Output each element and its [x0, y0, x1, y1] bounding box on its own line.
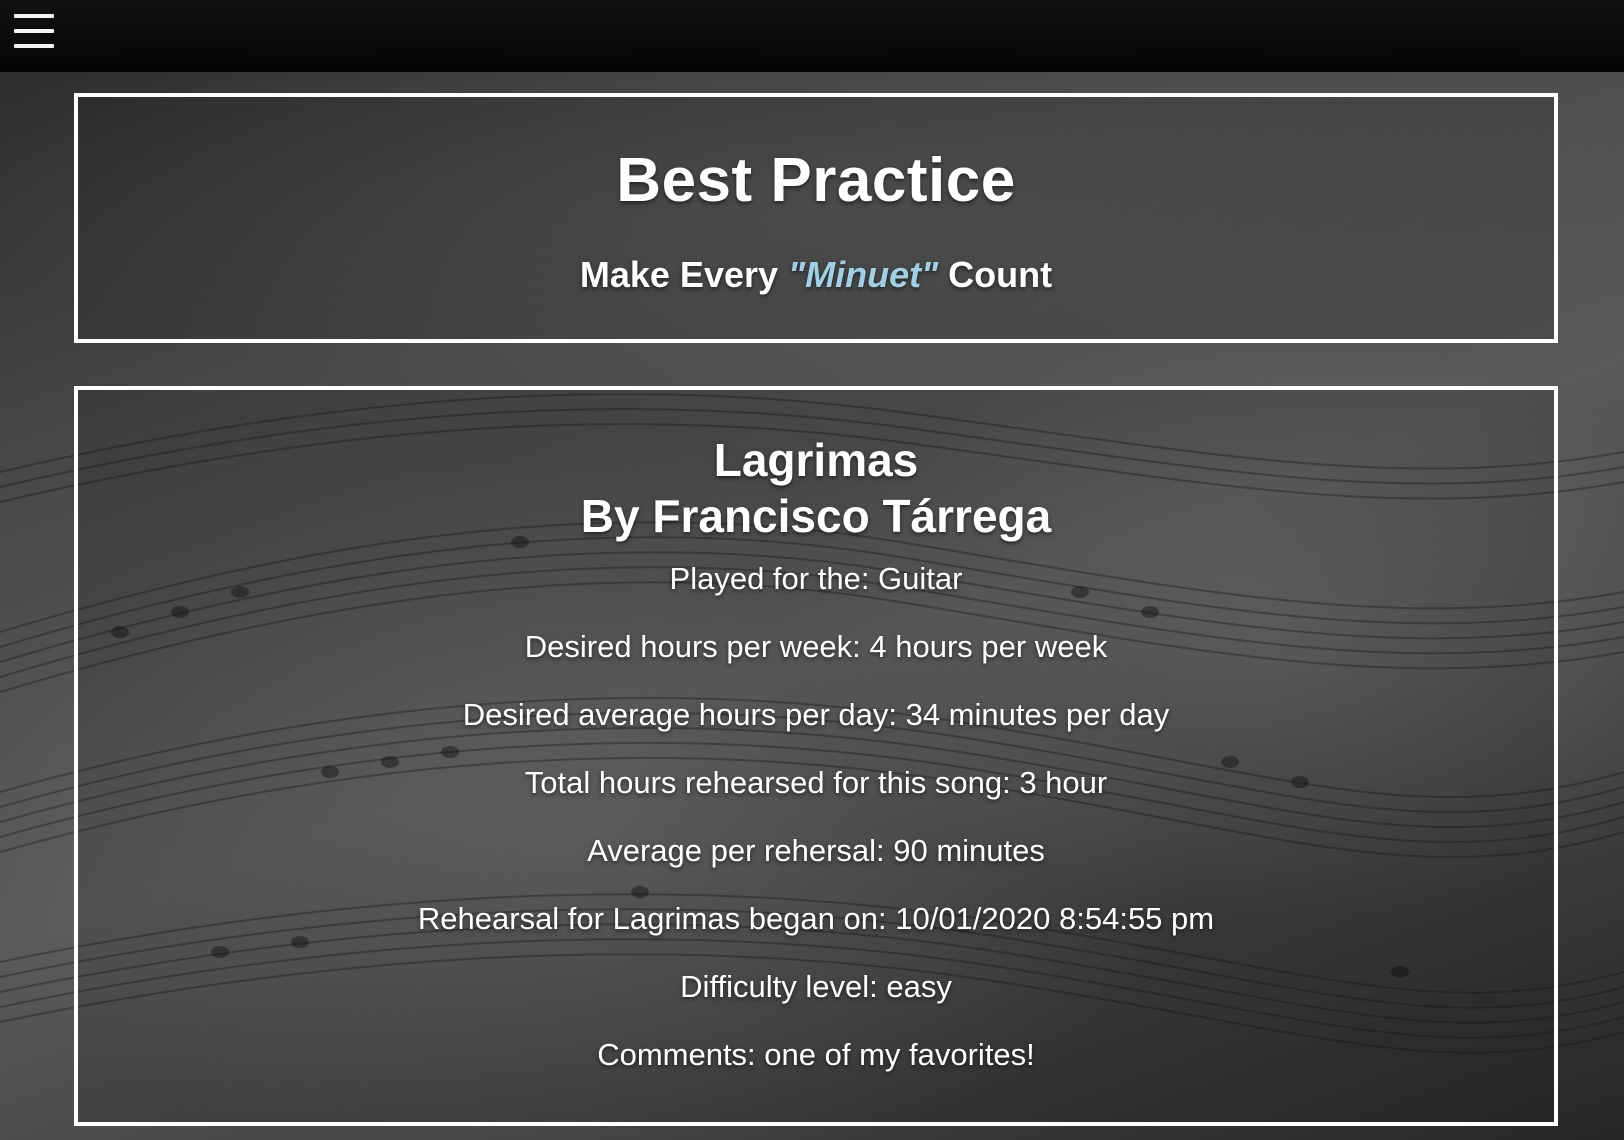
song-details: Played for the: Guitar Desired hours per…	[78, 562, 1554, 1072]
song-title: Lagrimas	[713, 434, 919, 486]
tagline: Make Every "Minuet" Count	[78, 254, 1554, 296]
tagline-start: Make Every	[579, 254, 789, 295]
menu-bar-line	[14, 29, 54, 33]
header-panel: Best Practice Make Every "Minuet" Count	[74, 93, 1558, 343]
detail-start-date: Rehearsal for Lagrimas began on: 10/01/2…	[417, 901, 1215, 936]
detail-hours-per-week: Desired hours per week: 4 hours per week	[524, 629, 1108, 664]
top-nav-bar	[0, 0, 1624, 72]
detail-instrument: Played for the: Guitar	[669, 561, 963, 596]
song-composer: By Francisco Tárrega	[580, 490, 1052, 542]
menu-bar-line	[14, 44, 54, 48]
site-title: Best Practice	[616, 146, 1016, 215]
song-detail-panel: Lagrimas By Francisco Tárrega Played for…	[74, 386, 1558, 1126]
tagline-end: Count	[938, 254, 1053, 295]
song-title-block: Lagrimas By Francisco Tárrega	[78, 432, 1554, 544]
detail-total-hours: Total hours rehearsed for this song: 3 h…	[524, 765, 1108, 800]
detail-comments: Comments: one of my favorites!	[597, 1037, 1035, 1072]
detail-difficulty: Difficulty level: easy	[680, 969, 952, 1004]
hamburger-menu-icon[interactable]	[12, 12, 56, 50]
tagline-accent: "Minuet"	[788, 254, 939, 295]
detail-hours-per-day: Desired average hours per day: 34 minute…	[462, 697, 1170, 732]
menu-bar-line	[14, 14, 54, 18]
detail-average-per-rehearsal: Average per rehersal: 90 minutes	[587, 833, 1045, 868]
